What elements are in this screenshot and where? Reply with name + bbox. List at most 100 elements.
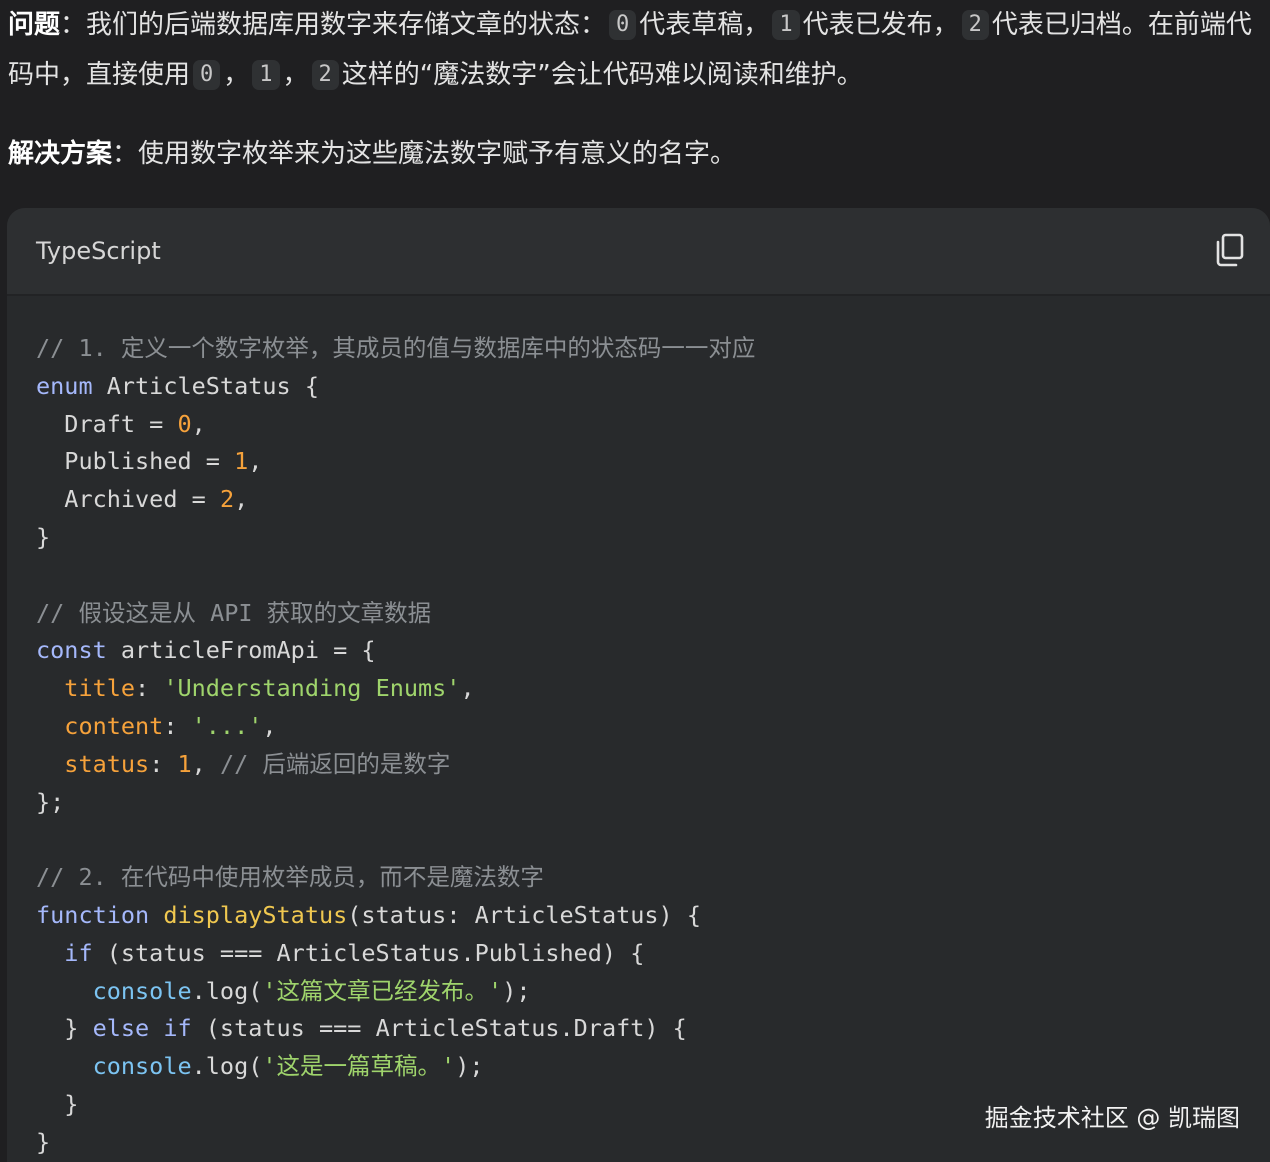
code-token: title bbox=[64, 674, 136, 703]
code-token: : bbox=[135, 674, 164, 703]
code-token: // 假设这是从 API 获取的文章数据 bbox=[36, 598, 432, 627]
code-token: (status === ArticleStatus.Published) { bbox=[92, 938, 645, 967]
code-line: }; bbox=[36, 784, 755, 822]
solution-text: 使用数字枚举来为这些魔法数字赋予有意义的名字。 bbox=[138, 139, 737, 169]
code-line: } else if (status === ArticleStatus.Draf… bbox=[36, 1010, 755, 1048]
code-line: content: '...', bbox=[36, 708, 755, 746]
code-token: // 2. 在代码中使用枚举成员，而不是魔法数字 bbox=[36, 863, 544, 892]
code-token: console bbox=[92, 976, 192, 1005]
code-token: ArticleStatus { bbox=[92, 371, 319, 400]
code-token: } bbox=[36, 1089, 79, 1118]
code-token: ); bbox=[502, 976, 531, 1005]
code-line: console.log('这篇文章已经发布。'); bbox=[36, 973, 755, 1011]
solution-label: 解决方案 bbox=[8, 139, 113, 169]
code-token: Published = bbox=[36, 447, 235, 476]
problem-comma: ， bbox=[282, 60, 309, 90]
code-token: .log( bbox=[191, 1052, 263, 1081]
code-line: } bbox=[36, 519, 755, 557]
code-token: , bbox=[191, 409, 206, 438]
code-token: 1 bbox=[177, 749, 192, 778]
code-token: Archived = bbox=[36, 485, 220, 514]
code-token: 0 bbox=[177, 409, 192, 438]
inline-code: 2 bbox=[311, 60, 339, 90]
copy-icon bbox=[1216, 233, 1244, 267]
code-token: content bbox=[64, 711, 164, 740]
code-token: // 后端返回的是数字 bbox=[219, 749, 451, 778]
code-line: Archived = 2, bbox=[36, 481, 755, 519]
problem-text-1: 我们的后端数据库用数字来存储文章的状态： bbox=[86, 10, 607, 40]
code-token: 1 bbox=[234, 447, 249, 476]
inline-code: 0 bbox=[609, 10, 637, 40]
code-line: Draft = 0, bbox=[36, 406, 755, 444]
code-token: '...' bbox=[191, 711, 263, 740]
inline-code: 1 bbox=[252, 60, 280, 90]
code-token: .log( bbox=[191, 976, 263, 1005]
code-token: if bbox=[64, 938, 93, 967]
code-token: const bbox=[36, 636, 107, 665]
copy-button[interactable] bbox=[1212, 232, 1248, 268]
problem-comma: ， bbox=[223, 60, 250, 90]
code-token: Draft = bbox=[36, 409, 178, 438]
code-token: ); bbox=[455, 1052, 484, 1081]
code-token: '这篇文章已经发布。' bbox=[262, 976, 503, 1005]
inline-code: 2 bbox=[961, 10, 989, 40]
code-token: } bbox=[36, 522, 51, 551]
code-line: enum ArticleStatus { bbox=[36, 368, 755, 406]
inline-code: 0 bbox=[193, 60, 221, 90]
page: 问题：我们的后端数据库用数字来存储文章的状态： 0 代表草稿， 1 代表已发布， 2 代表已… bbox=[0, 0, 1270, 1162]
code-token: '这是一篇草稿。' bbox=[262, 1052, 456, 1081]
code-token: if bbox=[163, 1014, 192, 1043]
code-line: } bbox=[36, 1124, 755, 1162]
code-token: displayStatus bbox=[163, 900, 348, 929]
code-token: : bbox=[163, 711, 192, 740]
code-token: , bbox=[460, 674, 475, 703]
code-line: const articleFromApi = { bbox=[36, 632, 755, 670]
code-line: // 假设这是从 API 获取的文章数据 bbox=[36, 595, 755, 633]
code-line: function displayStatus(status: ArticleSt… bbox=[36, 897, 755, 935]
solution-sep: ： bbox=[112, 139, 139, 169]
code-block: TypeScript // 1. 定义一个数字枚举，其成员的值与数据库中的状态码… bbox=[7, 208, 1270, 1162]
code-token: , bbox=[234, 485, 249, 514]
code-token: function bbox=[36, 900, 150, 929]
code-token: } bbox=[36, 1127, 51, 1156]
code-token: console bbox=[92, 1052, 192, 1081]
code-token: (status: ArticleStatus) { bbox=[347, 900, 701, 929]
code-line: // 1. 定义一个数字枚举，其成员的值与数据库中的状态码一一对应 bbox=[36, 330, 755, 368]
code-line: status: 1, // 后端返回的是数字 bbox=[36, 746, 755, 784]
solution-paragraph: 解决方案：使用数字枚举来为这些魔法数字赋予有意义的名字。 bbox=[8, 129, 1262, 179]
code-block-header: TypeScript bbox=[7, 208, 1270, 296]
watermark: 掘金技术社区 @ 凯瑞图 bbox=[984, 1104, 1240, 1132]
code-content: // 1. 定义一个数字枚举，其成员的值与数据库中的状态码一一对应 enum Ar… bbox=[36, 330, 755, 1162]
code-token: , bbox=[248, 447, 263, 476]
problem-label: 问题 bbox=[8, 10, 61, 40]
code-token: }; bbox=[36, 787, 65, 816]
problem-text-3: 代表已发布， bbox=[802, 10, 959, 40]
code-line: // 2. 在代码中使用枚举成员，而不是魔法数字 bbox=[36, 859, 755, 897]
code-token: // 1. 定义一个数字枚举，其成员的值与数据库中的状态码一一对应 bbox=[36, 334, 756, 362]
code-token: else bbox=[92, 1014, 150, 1043]
inline-code: 1 bbox=[772, 10, 800, 40]
code-token: } bbox=[36, 1014, 93, 1043]
code-line: Published = 1, bbox=[36, 443, 755, 481]
problem-text-5: 这样的“魔法数字”会让代码难以阅读和维护。 bbox=[341, 60, 863, 90]
code-language-label: TypeScript bbox=[36, 237, 161, 265]
code-token: , bbox=[262, 711, 277, 740]
code-token: : bbox=[149, 749, 178, 778]
code-token: (status === ArticleStatus.Draft) { bbox=[191, 1014, 687, 1043]
code-token: , bbox=[191, 749, 220, 778]
code-token: 'Understanding Enums' bbox=[163, 674, 461, 703]
code-token: status bbox=[64, 749, 150, 778]
problem-paragraph: 问题：我们的后端数据库用数字来存储文章的状态： 0 代表草稿， 1 代表已发布， 2 代表已… bbox=[8, 0, 1262, 100]
problem-text-2: 代表草稿， bbox=[639, 10, 770, 40]
code-line: console.log('这是一篇草稿。'); bbox=[36, 1048, 755, 1086]
